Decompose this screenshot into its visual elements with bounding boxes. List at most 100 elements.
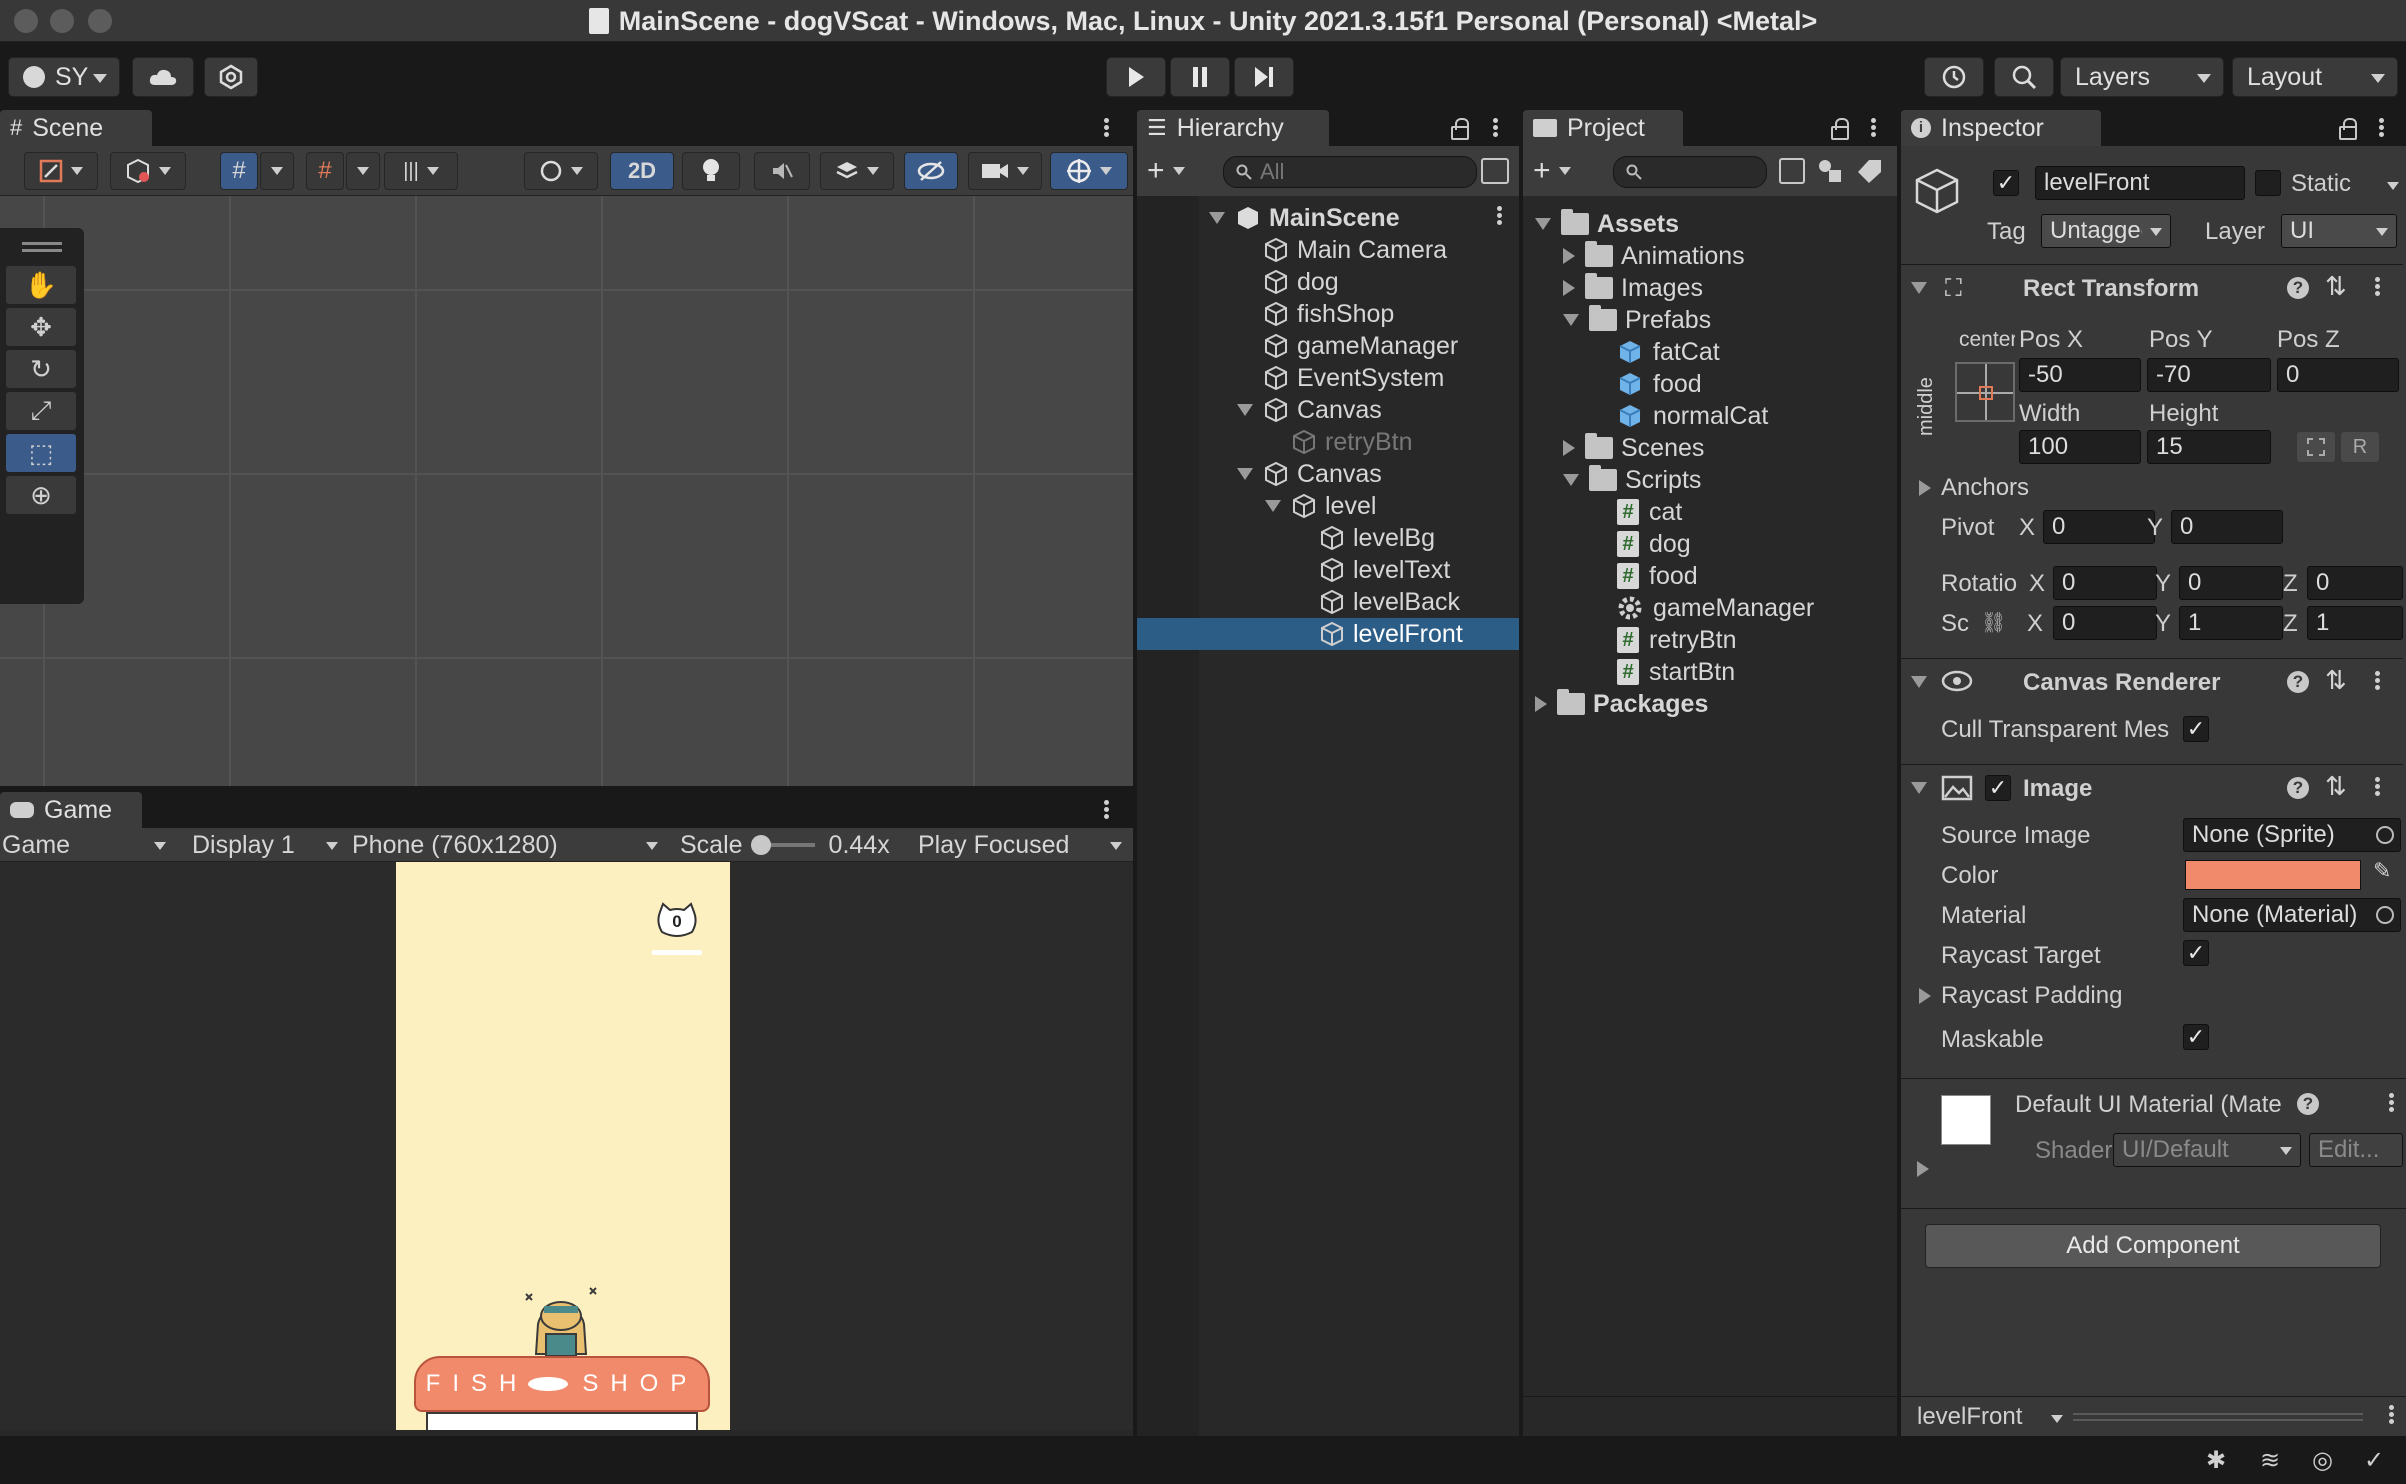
project-item[interactable]: fatCat xyxy=(1523,336,1720,368)
game-view-select[interactable]: Game xyxy=(2,829,172,861)
resolution-select[interactable]: Phone (760x1280) xyxy=(352,829,662,861)
project-item[interactable]: # retryBtn xyxy=(1523,624,1737,656)
hierarchy-item[interactable]: retryBtn xyxy=(1137,426,1519,458)
hierarchy-item[interactable]: dog xyxy=(1137,266,1519,298)
increment-snap-dropdown[interactable] xyxy=(346,152,380,190)
scene-menu-icon[interactable] xyxy=(1497,204,1503,227)
image-component-header[interactable]: ✓ Image ? ⇅ xyxy=(1901,764,2403,810)
expand-arrow-icon[interactable] xyxy=(1563,280,1575,296)
lighting-toggle[interactable] xyxy=(682,152,740,190)
component-menu-icon[interactable] xyxy=(2389,1091,2395,1114)
hierarchy-item[interactable]: fishShop xyxy=(1137,298,1519,330)
hierarchy-item[interactable]: Main Camera xyxy=(1137,234,1519,266)
auto-generate-lighting-icon[interactable]: ✓ xyxy=(2364,1446,2384,1475)
shading-mode-button[interactable] xyxy=(524,152,598,190)
collapse-icon[interactable] xyxy=(1911,782,1927,794)
presets-icon[interactable]: ⇅ xyxy=(2325,271,2347,302)
object-name-field[interactable]: levelFront xyxy=(2035,166,2245,200)
hierarchy-item[interactable]: EventSystem xyxy=(1137,362,1519,394)
canvas-renderer-header[interactable]: Canvas Renderer ? ⇅ xyxy=(1901,658,2403,704)
scale-y-field[interactable]: 1 xyxy=(2179,606,2283,640)
raw-edit-button[interactable]: R xyxy=(2341,432,2379,462)
gizmo-object-button[interactable] xyxy=(110,152,186,190)
collapse-arrow-icon[interactable] xyxy=(1563,314,1579,326)
project-item[interactable]: Scripts xyxy=(1523,464,1701,496)
move-tool-button[interactable]: ✥ xyxy=(6,308,76,346)
project-item[interactable]: gameManager xyxy=(1523,592,1814,624)
hierarchy-item[interactable]: Canvas xyxy=(1137,458,1519,490)
scene-draw-mode-button[interactable] xyxy=(24,152,98,190)
expand-icon[interactable] xyxy=(1919,480,1931,496)
grid-snap-toggle[interactable]: # xyxy=(220,152,258,190)
search-by-label-button[interactable] xyxy=(1817,158,1843,184)
grid-snap-dropdown[interactable] xyxy=(260,152,294,190)
project-search-field[interactable] xyxy=(1613,156,1767,188)
increment-snap-toggle[interactable]: # xyxy=(306,152,344,190)
expand-arrow-icon[interactable] xyxy=(1265,500,1281,512)
eyedropper-icon[interactable]: ✎ xyxy=(2373,858,2391,884)
pos-x-field[interactable]: -50 xyxy=(2019,358,2141,392)
scale-z-field[interactable]: 1 xyxy=(2307,606,2403,640)
pivot-x-field[interactable]: 0 xyxy=(2043,510,2155,544)
hierarchy-item[interactable]: levelBg xyxy=(1137,522,1519,554)
anchor-presets-button[interactable] xyxy=(1955,362,2015,422)
static-dropdown-icon[interactable] xyxy=(2387,182,2399,190)
scale-track[interactable] xyxy=(750,835,815,855)
project-item[interactable]: Packages xyxy=(1523,688,1708,720)
transform-tool-button[interactable]: ⊕ xyxy=(6,476,76,514)
hierarchy-item[interactable]: level xyxy=(1137,490,1519,522)
tab-scene[interactable]: # Scene xyxy=(0,110,152,146)
hierarchy-item[interactable]: levelText xyxy=(1137,554,1519,586)
expand-arrow-icon[interactable] xyxy=(1535,696,1547,712)
create-button[interactable]: + xyxy=(1147,154,1207,188)
pause-button[interactable] xyxy=(1170,57,1230,97)
presets-icon[interactable]: ⇅ xyxy=(2325,771,2347,802)
constrain-proportions-icon[interactable]: ⛓ xyxy=(1981,610,2006,635)
help-icon[interactable]: ? xyxy=(2297,1093,2319,1115)
scene-camera-button[interactable] xyxy=(968,152,1042,190)
lock-icon[interactable] xyxy=(1451,118,1469,140)
collapse-icon[interactable] xyxy=(1911,282,1927,294)
presets-icon[interactable]: ⇅ xyxy=(2325,665,2347,696)
expand-arrow-icon[interactable] xyxy=(1563,440,1575,456)
expand-arrow-icon[interactable] xyxy=(1237,404,1253,416)
color-swatch[interactable] xyxy=(2185,860,2361,890)
hierarchy-item[interactable]: MainScene xyxy=(1137,202,1519,234)
project-item[interactable]: Scenes xyxy=(1523,432,1704,464)
tab-project[interactable]: Project xyxy=(1523,110,1683,146)
width-field[interactable]: 100 xyxy=(2019,430,2141,464)
help-icon[interactable]: ? xyxy=(2287,277,2309,299)
scene-visibility-toggle[interactable] xyxy=(904,152,958,190)
active-checkbox[interactable]: ✓ xyxy=(1993,170,2019,196)
object-picker-icon[interactable] xyxy=(2376,906,2394,924)
collapse-icon[interactable] xyxy=(1911,676,1927,688)
rotate-tool-button[interactable]: ↻ xyxy=(6,350,76,388)
project-item[interactable]: # dog xyxy=(1523,528,1691,560)
favorites-button[interactable] xyxy=(1857,158,1883,184)
hand-tool-button[interactable]: ✋ xyxy=(6,266,76,304)
mode-2d-toggle[interactable]: 2D xyxy=(610,152,674,190)
play-button[interactable] xyxy=(1106,57,1166,97)
expand-arrow-icon[interactable] xyxy=(1209,212,1225,224)
expand-arrow-icon[interactable] xyxy=(1237,468,1253,480)
undo-history-button[interactable] xyxy=(1924,57,1984,97)
height-field[interactable]: 15 xyxy=(2147,430,2271,464)
layers-dropdown[interactable]: Layers xyxy=(2060,57,2224,97)
layer-dropdown[interactable]: UI xyxy=(2281,214,2397,248)
project-item[interactable]: Assets xyxy=(1523,208,1679,240)
more-options-icon[interactable] xyxy=(1493,116,1499,139)
more-options-icon[interactable] xyxy=(1104,116,1110,139)
hierarchy-item[interactable]: levelBack xyxy=(1137,586,1519,618)
more-options-icon[interactable] xyxy=(2389,1403,2395,1426)
more-options-icon[interactable] xyxy=(2379,116,2385,139)
project-item[interactable]: food xyxy=(1523,368,1702,400)
debug-icon[interactable]: ✱ xyxy=(2206,1446,2226,1475)
component-menu-icon[interactable] xyxy=(2375,669,2381,692)
material-field[interactable]: None (Material) xyxy=(2183,898,2401,932)
cache-server-icon[interactable]: ≋ xyxy=(2260,1446,2280,1475)
project-item[interactable]: # startBtn xyxy=(1523,656,1735,688)
step-button[interactable] xyxy=(1234,57,1294,97)
scale-slider[interactable]: Scale 0.44x xyxy=(680,829,900,861)
expand-icon[interactable] xyxy=(1919,988,1931,1004)
blueprint-mode-button[interactable] xyxy=(2297,432,2335,462)
